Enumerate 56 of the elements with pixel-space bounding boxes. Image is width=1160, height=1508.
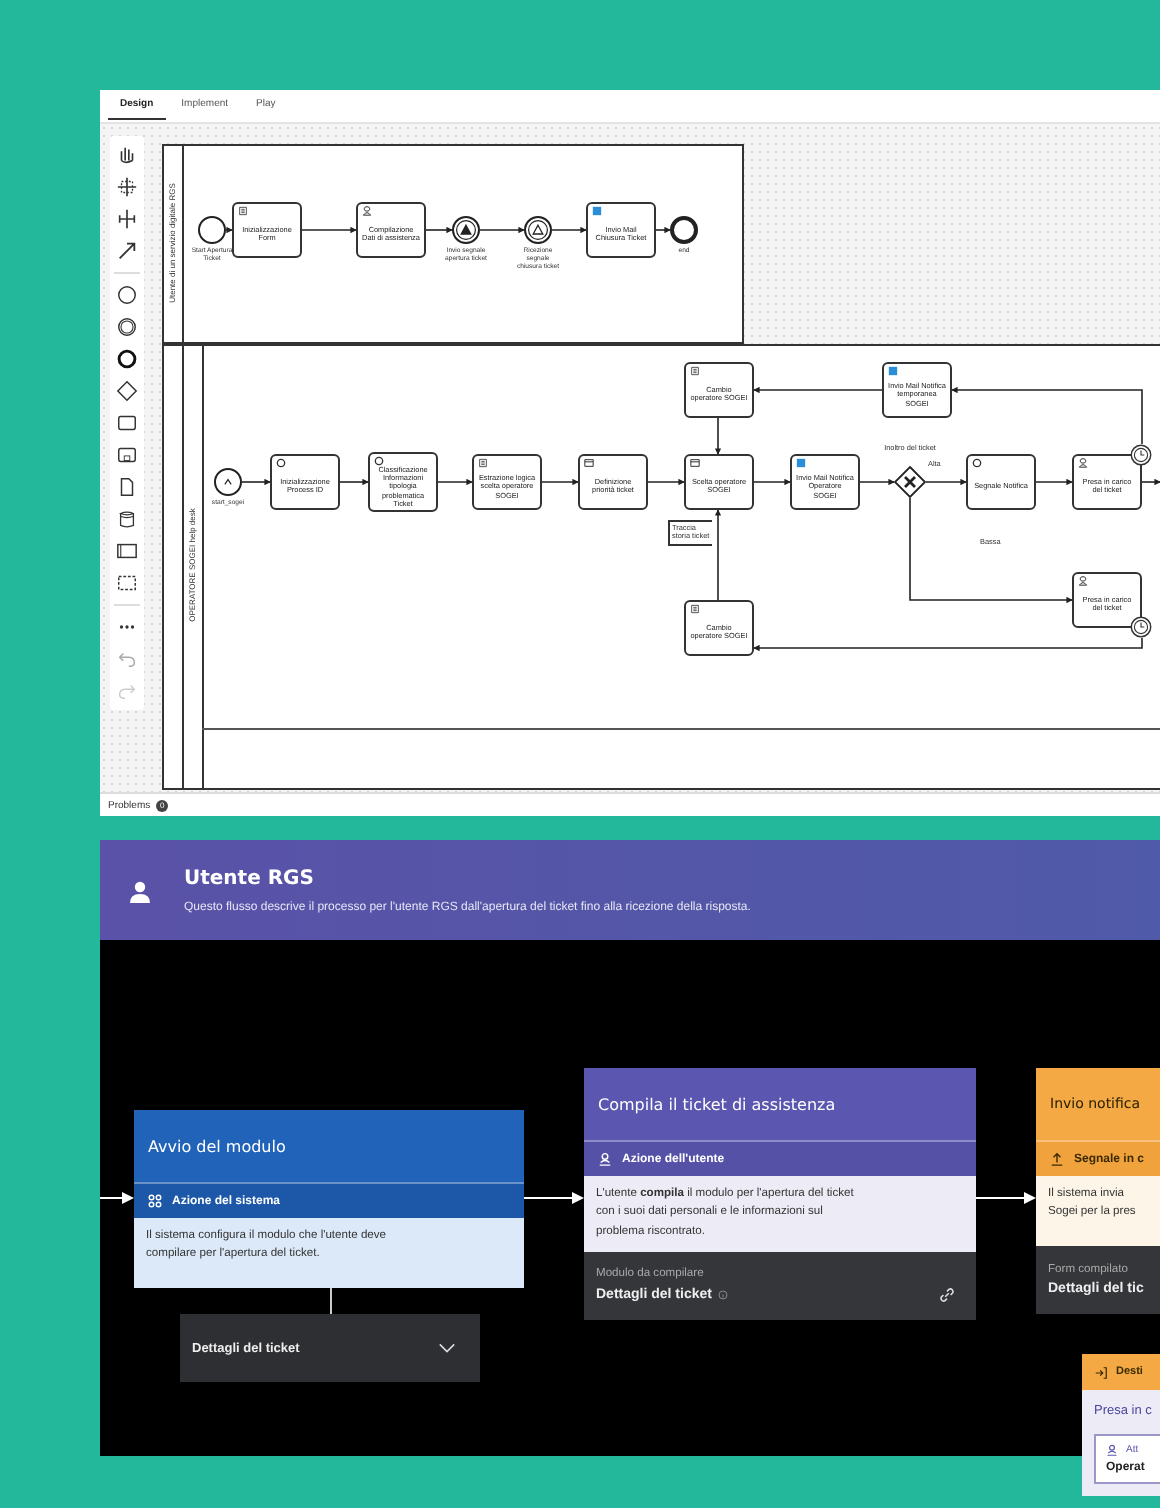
caret-icon	[220, 473, 236, 490]
enter-icon	[1094, 1365, 1108, 1379]
sequence-flow-arrow	[925, 478, 967, 486]
pool-icon[interactable]	[116, 539, 138, 562]
person-icon	[128, 880, 152, 904]
chevron-icon	[438, 1342, 456, 1354]
end-event-icon[interactable]	[116, 347, 138, 370]
script-icon	[477, 458, 487, 469]
info-icon	[717, 1289, 728, 1300]
grid-icon	[148, 1194, 162, 1208]
signal-icon	[458, 221, 474, 238]
intermediate-event-icon[interactable]	[116, 315, 138, 338]
sequence-flow-arrow	[437, 478, 473, 486]
tile-icon	[887, 366, 897, 377]
sequence-flow-arrow	[1141, 478, 1160, 486]
subprocess-icon[interactable]	[116, 443, 138, 466]
exclusive-gateway	[894, 465, 926, 498]
group-icon[interactable]	[116, 571, 138, 594]
table-icon	[689, 458, 699, 469]
signal-icon	[530, 221, 546, 238]
sequence-flow-arrow	[301, 226, 357, 234]
task-icon[interactable]	[116, 411, 138, 434]
upload-icon	[1050, 1152, 1064, 1166]
space-tool-icon[interactable]	[116, 207, 138, 230]
sequence-flow-arrow	[339, 478, 369, 486]
sequence-flow-arrow	[714, 509, 722, 601]
sequence-flow-arrow	[753, 386, 883, 394]
gateway-icon[interactable]	[116, 379, 138, 402]
data-store-icon[interactable]	[116, 507, 138, 530]
lasso-tool-icon[interactable]	[116, 175, 138, 198]
sequence-flow-arrow	[647, 478, 685, 486]
card-title: Compila il ticket di assistenza	[598, 1095, 836, 1113]
link-icon[interactable]	[938, 1285, 956, 1304]
tile-icon	[795, 458, 805, 469]
table-icon	[583, 458, 593, 469]
sequence-flow-arrow	[753, 478, 791, 486]
script-icon	[689, 604, 699, 615]
hand-tool-icon[interactable]	[116, 143, 138, 166]
connect-arrow-icon[interactable]	[116, 239, 138, 262]
sequence-flow-arrow	[225, 226, 233, 234]
flow-title: Utente RGS	[184, 868, 316, 890]
data-object-icon[interactable]	[116, 475, 138, 498]
script-icon	[237, 206, 247, 217]
sequence-flow-arrow	[1035, 478, 1073, 486]
tile-icon	[591, 206, 601, 217]
sequence-flow-arrow	[859, 478, 895, 486]
person-icon	[361, 206, 371, 217]
person-icon	[1106, 1444, 1118, 1456]
sequence-flow-arrow	[714, 417, 722, 455]
sequence-flow-arrow	[541, 478, 579, 486]
flow-arrow	[976, 1190, 1036, 1206]
start-event-icon[interactable]	[116, 283, 138, 306]
card-title: Avvio del modulo	[148, 1137, 286, 1155]
person-icon	[598, 1152, 612, 1166]
sequence-flow-arrow	[655, 226, 671, 234]
script-icon	[689, 366, 699, 377]
